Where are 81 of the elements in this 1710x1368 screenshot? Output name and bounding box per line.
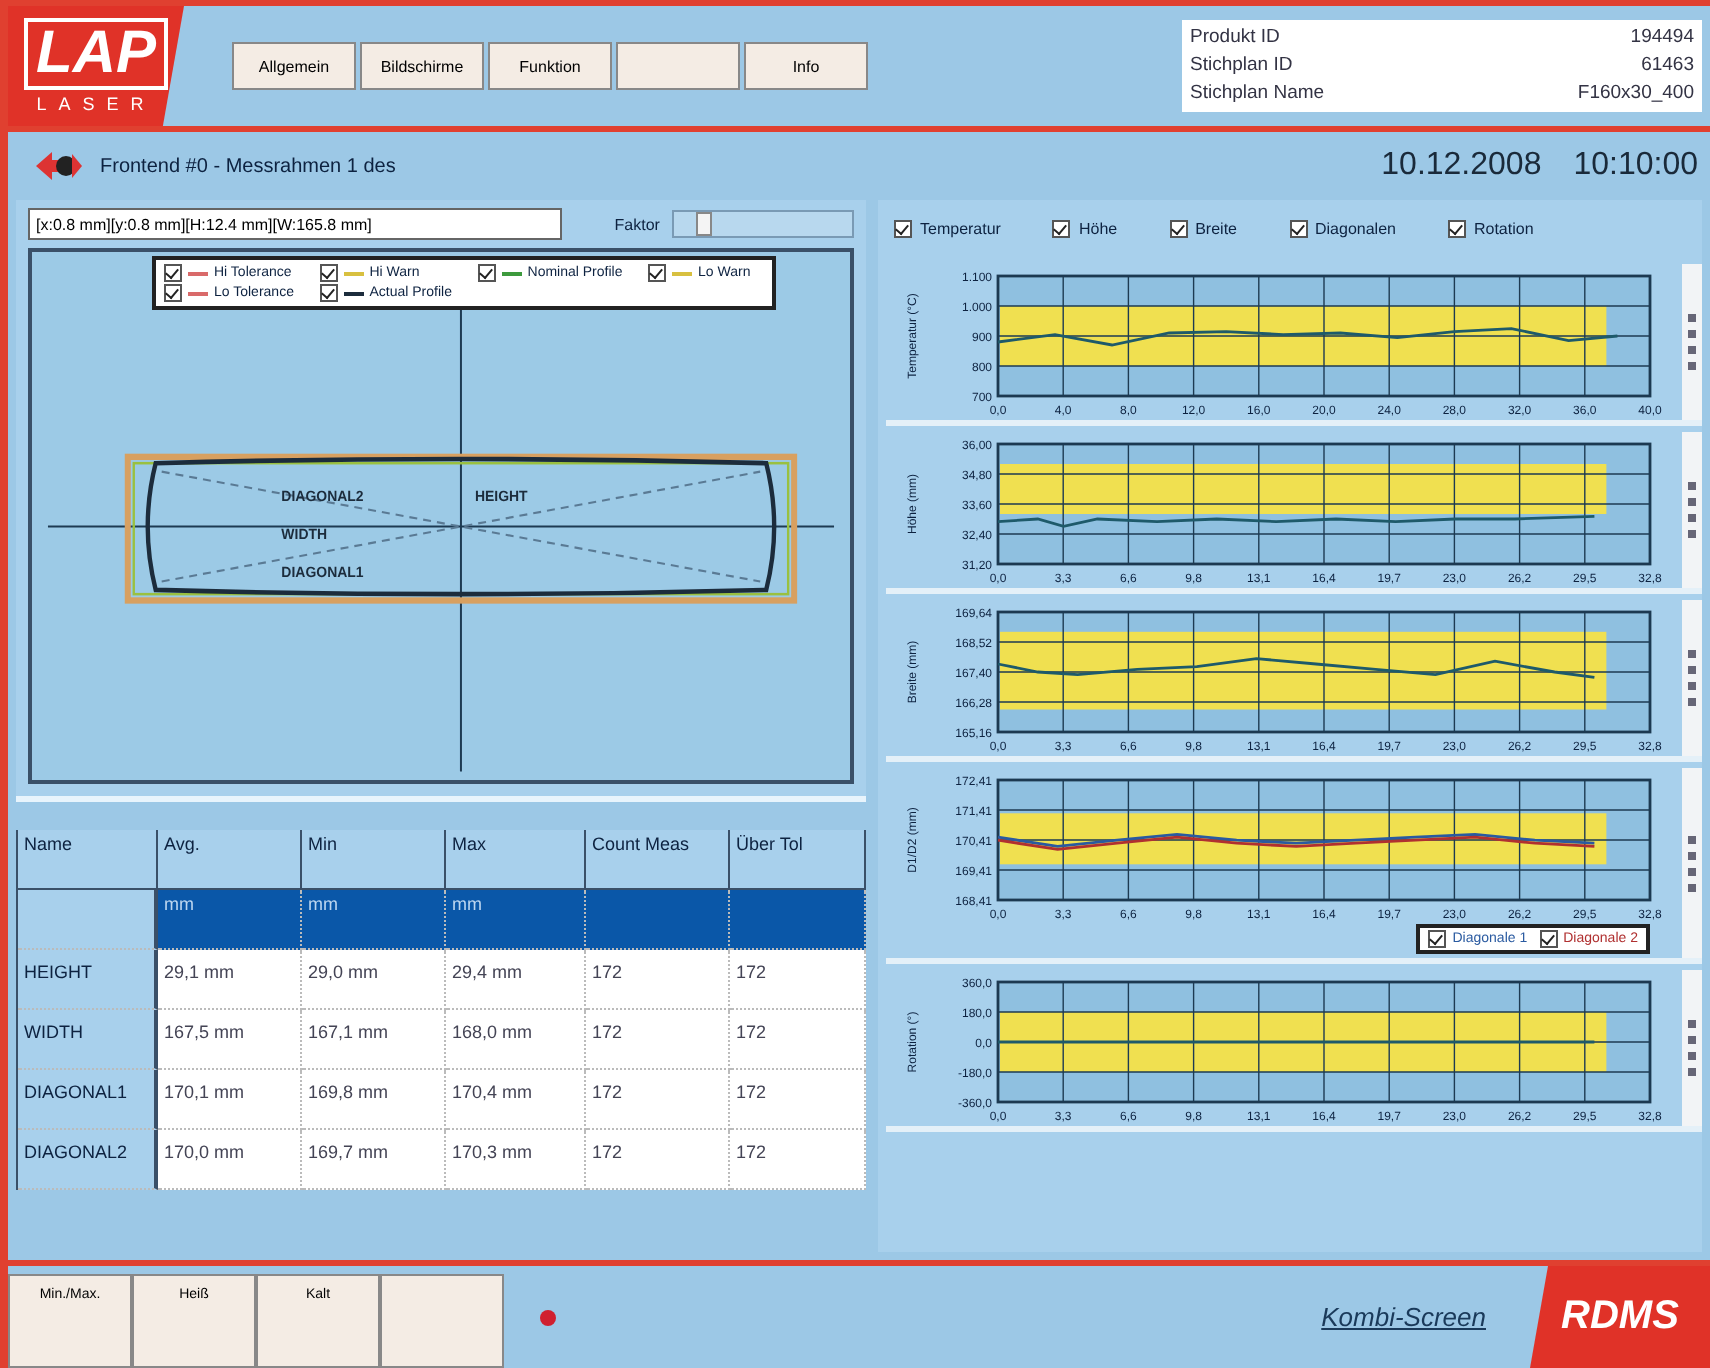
chart-toolbar[interactable] bbox=[1682, 264, 1702, 420]
checkbox-label: Breite bbox=[1195, 220, 1237, 238]
table-cell: 29,1 mm bbox=[158, 950, 302, 1010]
table-cell: 170,4 mm bbox=[446, 1070, 586, 1130]
legend-checkbox[interactable] bbox=[164, 284, 182, 302]
table-row[interactable]: DIAGONAL2 170,0 mm 169,7 mm 170,3 mm 172 172 bbox=[18, 1130, 866, 1190]
menu-button[interactable]: Bildschirme bbox=[360, 42, 484, 90]
menu-button[interactable]: Info bbox=[744, 42, 868, 90]
info-label: Stichplan Name bbox=[1190, 80, 1325, 108]
time-text: 10:10:00 bbox=[1573, 148, 1698, 184]
logo-mark: LAP bbox=[24, 18, 168, 90]
menu-button[interactable] bbox=[616, 42, 740, 90]
info-label: Stichplan ID bbox=[1190, 52, 1293, 80]
table-cell: DIAGONAL1 bbox=[18, 1070, 158, 1130]
legend-checkbox[interactable] bbox=[477, 264, 496, 282]
table-cell bbox=[586, 890, 730, 950]
legend-checkbox[interactable] bbox=[164, 264, 182, 282]
table-cell bbox=[730, 890, 866, 950]
table-cell: 172 bbox=[586, 1130, 730, 1190]
info-value: 61463 bbox=[1641, 52, 1694, 80]
chart-toolbar[interactable] bbox=[1682, 600, 1702, 756]
table-cell: 170,0 mm bbox=[158, 1130, 302, 1190]
dimension-field[interactable]: [x:0.8 mm][y:0.8 mm][H:12.4 mm][W:165.8 mm] bbox=[28, 208, 563, 240]
table-cell: 29,0 mm bbox=[302, 950, 446, 1010]
table-row[interactable]: DIAGONAL1 170,1 mm 169,8 mm 170,4 mm 172 172 bbox=[18, 1070, 866, 1130]
menu-button[interactable]: Allgemein bbox=[232, 42, 356, 90]
table-cell: 172 bbox=[586, 950, 730, 1010]
table-cell: 172 bbox=[730, 1130, 866, 1190]
table-cell: WIDTH bbox=[18, 1010, 158, 1070]
function-button[interactable] bbox=[380, 1274, 504, 1368]
table-cell: mm bbox=[446, 890, 586, 950]
legend-checkbox[interactable] bbox=[1428, 930, 1447, 948]
table-cell: 169,7 mm bbox=[302, 1130, 446, 1190]
info-label: Produkt ID bbox=[1190, 24, 1280, 52]
arrows-icon bbox=[32, 148, 84, 184]
legend-checkbox[interactable] bbox=[319, 264, 338, 282]
table-row[interactable]: mm mm mm bbox=[18, 890, 866, 950]
slider-thumb[interactable] bbox=[695, 212, 712, 236]
table-row[interactable]: WIDTH 167,5 mm 167,1 mm 168,0 mm 172 172 bbox=[18, 1010, 866, 1070]
table-cell: 172 bbox=[586, 1010, 730, 1070]
checkbox-label: Rotation bbox=[1473, 220, 1534, 238]
table-cell: 170,1 mm bbox=[158, 1070, 302, 1130]
chart-toolbar[interactable] bbox=[1682, 970, 1702, 1126]
checkbox-label: Diagonalen bbox=[1315, 220, 1396, 238]
screen-title: Frontend #0 - Messrahmen 1 des bbox=[100, 155, 396, 177]
chart-toolbar[interactable] bbox=[1682, 432, 1702, 588]
table-cell: 172 bbox=[730, 1010, 866, 1070]
menu-button[interactable]: Funktion bbox=[488, 42, 612, 90]
table-cell: DIAGONAL2 bbox=[18, 1130, 158, 1190]
checkbox-label: Höhe bbox=[1078, 220, 1118, 238]
chart-checkbox[interactable] bbox=[1169, 220, 1188, 238]
chart-checkbox[interactable] bbox=[1447, 220, 1466, 238]
chart-checkbox[interactable] bbox=[894, 220, 912, 238]
legend-checkbox[interactable] bbox=[1539, 930, 1558, 948]
table-cell: 169,8 mm bbox=[302, 1070, 446, 1130]
info-value: 194494 bbox=[1630, 24, 1694, 52]
table-cell: 172 bbox=[730, 1070, 866, 1130]
legend-checkbox[interactable] bbox=[319, 284, 338, 302]
chart-checkbox[interactable] bbox=[1052, 220, 1071, 238]
table-cell: 167,5 mm bbox=[158, 1010, 302, 1070]
table-cell: 172 bbox=[730, 950, 866, 1010]
table-cell: 167,1 mm bbox=[302, 1010, 446, 1070]
logo-subtitle: LASER bbox=[36, 94, 156, 114]
table-cell: 29,4 mm bbox=[446, 950, 586, 1010]
date-text: 10.12.2008 bbox=[1381, 148, 1542, 184]
table-cell: 172 bbox=[586, 1070, 730, 1130]
table-cell: mm bbox=[302, 890, 446, 950]
chart-toolbar[interactable] bbox=[1682, 768, 1702, 958]
legend-checkbox[interactable] bbox=[648, 264, 667, 282]
kombi-screen-link[interactable]: Kombi-Screen bbox=[1285, 1302, 1486, 1332]
table-cell: HEIGHT bbox=[18, 950, 158, 1010]
factor-slider[interactable] bbox=[671, 210, 854, 238]
checkbox-label: Temperatur bbox=[920, 220, 1001, 238]
brand-banner: RDMS bbox=[1530, 1266, 1710, 1368]
table-cell: mm bbox=[158, 890, 302, 950]
factor-label: Faktor bbox=[614, 215, 660, 233]
table-cell: 168,0 mm bbox=[446, 1010, 586, 1070]
info-value: F160x30_400 bbox=[1577, 80, 1694, 108]
table-row[interactable]: HEIGHT 29,1 mm 29,0 mm 29,4 mm 172 172 bbox=[18, 950, 866, 1010]
table-cell: 170,3 mm bbox=[446, 1130, 586, 1190]
chart-checkbox[interactable] bbox=[1289, 220, 1307, 238]
